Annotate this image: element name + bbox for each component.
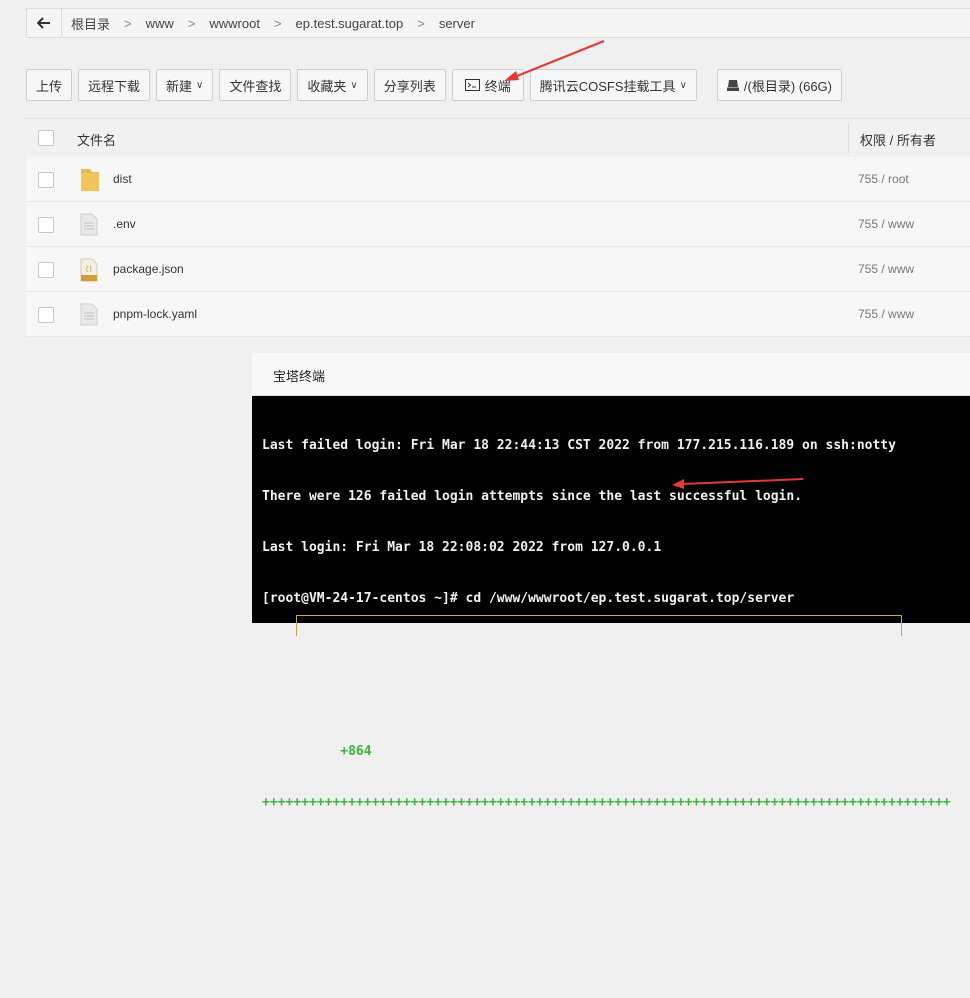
row-checkbox[interactable]	[38, 262, 54, 278]
breadcrumb-separator: >	[273, 15, 282, 31]
annotation-arrow-icon	[504, 39, 605, 81]
arrow-left-icon	[37, 17, 50, 29]
file-permission[interactable]: 755 / root	[858, 172, 909, 186]
file-icon	[80, 213, 98, 239]
breadcrumb-item-root[interactable]: 根目录	[71, 14, 110, 33]
table-row[interactable]: pnpm-lock.yaml 755 / www	[26, 292, 970, 337]
chevron-down-icon: ∨	[350, 79, 358, 91]
favorites-dropdown-button[interactable]: 收藏夹 ∨	[297, 69, 368, 101]
terminal-line: Lockfile is up-to-date, resolution step …	[262, 693, 654, 708]
breadcrumb-separator: >	[124, 15, 132, 31]
file-search-button[interactable]: 文件查找	[219, 69, 292, 101]
terminal-line: Last login: Fri Mar 18 22:08:02 2022 fro…	[262, 540, 662, 555]
terminal-notice-box	[296, 615, 902, 636]
chevron-down-icon: ∨	[679, 79, 687, 91]
disk-label: /(根目录) (66G)	[743, 78, 833, 94]
select-all-checkbox[interactable]	[38, 130, 54, 146]
chevron-down-icon: ∨	[196, 79, 204, 91]
svg-text:{}: {}	[85, 266, 93, 273]
packages-label: Packages:	[262, 744, 341, 759]
remote-download-button[interactable]: 远程下载	[78, 69, 151, 101]
file-name[interactable]: pnpm-lock.yaml	[113, 307, 197, 321]
breadcrumb-separator: >	[187, 15, 196, 31]
file-name[interactable]: .env	[113, 217, 136, 231]
terminal-line: Last failed login: Fri Mar 18 22:44:13 C…	[262, 438, 896, 453]
terminal-line: [root@VM-24-17-centos ~]# cd /www/wwwroo…	[262, 591, 795, 606]
terminal-icon	[464, 79, 480, 91]
row-checkbox[interactable]	[38, 217, 54, 233]
terminal-packages-line: Packages: +864	[262, 743, 951, 760]
terminal-line: Content-addressable store is at: /root/.…	[262, 897, 693, 912]
row-checkbox[interactable]	[38, 172, 54, 188]
table-row[interactable]: dist 755 / root	[26, 157, 970, 202]
column-divider	[848, 123, 849, 153]
new-dropdown-button[interactable]: 新建 ∨	[156, 69, 214, 101]
remote-download-label: 远程下载	[88, 78, 141, 94]
table-row[interactable]: .env 755 / www	[26, 202, 970, 247]
file-permission[interactable]: 755 / www	[858, 262, 914, 276]
file-name[interactable]: package.json	[113, 262, 184, 276]
upload-label: 上传	[36, 78, 63, 94]
column-header-permission[interactable]: 权限 / 所有者	[860, 130, 936, 149]
row-checkbox[interactable]	[38, 307, 54, 323]
file-table-body: dist 755 / root .env 755 / www {} packag…	[26, 157, 970, 337]
terminal-line: Virtual store is at: node_modules/.pnpm	[262, 948, 677, 963]
breadcrumb: 根目录 > www > wwwroot > ep.test.sugarat.to…	[26, 8, 970, 38]
breadcrumb-separator: >	[417, 15, 425, 31]
file-table-header: 文件名 权限 / 所有者	[26, 118, 970, 158]
favorites-label: 收藏夹	[307, 78, 347, 94]
terminal-line: Packages are hard linked from the conten…	[262, 846, 896, 861]
breadcrumb-item-wwwroot[interactable]: wwwroot	[209, 16, 260, 31]
file-name[interactable]: dist	[113, 172, 132, 186]
breadcrumb-list: 根目录 > www > wwwroot > ep.test.sugarat.to…	[71, 9, 475, 37]
upload-button[interactable]: 上传	[26, 69, 73, 101]
share-list-label: 分享列表	[383, 78, 436, 94]
json-file-icon: {}	[80, 258, 98, 285]
back-button[interactable]	[27, 9, 62, 37]
breadcrumb-item-server[interactable]: server	[439, 16, 475, 31]
disk-icon	[726, 79, 739, 91]
file-toolbar: 上传 远程下载 新建 ∨ 文件查找 收藏夹 ∨ 分享列表 终端 腾讯云COSFS挂载…	[26, 68, 848, 102]
folder-icon	[80, 167, 100, 195]
terminal-line: [root@VM-24-17-centos server]# pnpm inst…	[262, 642, 599, 657]
breadcrumb-item-site[interactable]: ep.test.sugarat.top	[296, 16, 404, 31]
disk-button[interactable]: /(根目录) (66G)	[716, 69, 843, 101]
file-icon	[80, 303, 98, 329]
breadcrumb-item-www[interactable]: www	[146, 16, 174, 31]
packages-count: +864	[340, 744, 372, 759]
file-search-label: 文件查找	[229, 78, 282, 94]
terminal-progress-bar: ++++++++++++++++++++++++++++++++++++++++…	[262, 795, 951, 810]
column-header-name[interactable]: 文件名	[77, 130, 116, 149]
terminal-title: 宝塔终端	[273, 369, 326, 384]
terminal-line: There were 126 failed login attempts sin…	[262, 489, 803, 504]
table-row[interactable]: {} package.json 755 / www	[26, 247, 970, 292]
annotation-arrow-icon	[672, 478, 804, 489]
file-permission[interactable]: 755 / www	[858, 217, 914, 231]
terminal-output[interactable]: Last failed login: Fri Mar 18 22:44:13 C…	[262, 403, 951, 998]
file-permission[interactable]: 755 / www	[858, 307, 914, 321]
terminal-window: 宝塔终端 Last failed login: Fri Mar 18 22:44…	[252, 353, 970, 963]
share-list-button[interactable]: 分享列表	[373, 69, 446, 101]
terminal-titlebar[interactable]: 宝塔终端	[252, 353, 970, 396]
new-label: 新建	[166, 78, 193, 94]
